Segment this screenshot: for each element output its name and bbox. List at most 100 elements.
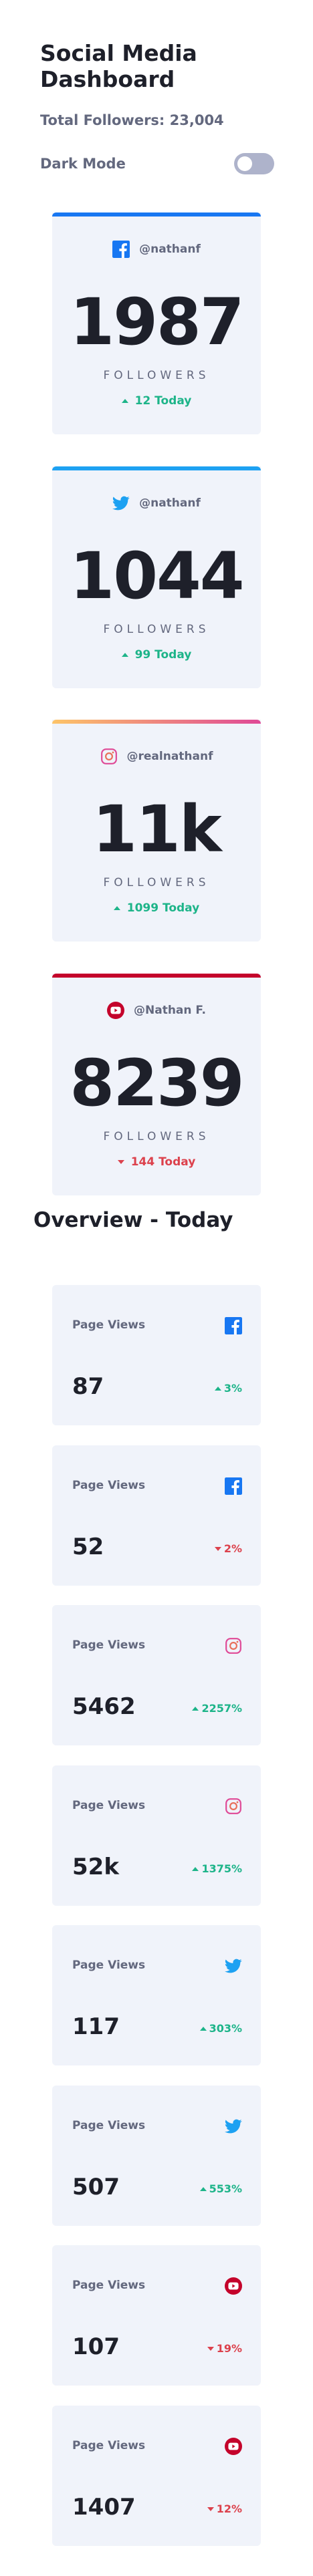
- account-handle-row: @nathanf: [52, 241, 261, 258]
- metric-change-text: 2257%: [201, 1702, 242, 1715]
- metric-label: Page Views: [72, 1959, 146, 1972]
- header: Social Media Dashboard Total Followers: …: [40, 40, 274, 128]
- facebook-icon: [225, 1317, 242, 1334]
- metric-label: Page Views: [72, 1799, 146, 1812]
- followers-label: FOLLOWERS: [103, 1130, 210, 1143]
- arrow-up-icon: [214, 1386, 221, 1391]
- arrow-up-icon: [199, 2026, 207, 2031]
- toggle-knob: [237, 156, 252, 171]
- arrow-up-icon: [192, 1866, 199, 1871]
- facebook-icon: [225, 1477, 242, 1495]
- metric-value: 87: [72, 1373, 104, 1400]
- metric-change-text: 19%: [216, 2342, 242, 2355]
- metric-label: Page Views: [72, 1318, 146, 1332]
- instagram-icon: [225, 1798, 242, 1815]
- account-handle: @realnathanf: [126, 750, 213, 763]
- overview-card[interactable]: Page Views 52k 1375%: [52, 1765, 261, 1906]
- facebook-icon: [112, 241, 130, 258]
- follower-count: 8239: [70, 1046, 244, 1121]
- metric-change-text: 3%: [223, 1382, 242, 1395]
- dark-mode-label: Dark Mode: [40, 156, 126, 172]
- account-handle-row: @Nathan F.: [52, 1002, 261, 1019]
- metric-value: 107: [72, 2333, 120, 2360]
- dark-mode-row: Dark Mode: [40, 152, 274, 176]
- metric-value: 5462: [72, 1693, 136, 1720]
- arrow-up-icon: [199, 2186, 207, 2191]
- metric-change-text: 303%: [209, 2022, 242, 2035]
- metric-value: 52: [72, 1534, 104, 1560]
- metric-change: 3%: [214, 1382, 242, 1395]
- arrow-up-icon: [121, 399, 128, 403]
- twitter-icon: [112, 494, 130, 512]
- follower-count: 1987: [70, 285, 244, 360]
- arrow-down-icon: [214, 1546, 221, 1551]
- arrow-up-icon: [121, 653, 128, 657]
- metric-change-text: 553%: [209, 2182, 242, 2195]
- arrow-down-icon: [117, 1160, 124, 1164]
- metric-change: 2%: [214, 1542, 242, 1555]
- metric-change-text: 1375%: [201, 1862, 242, 1875]
- metric-label: Page Views: [72, 2119, 146, 2132]
- follower-card-facebook[interactable]: @nathanf 1987 FOLLOWERS 12 Today: [52, 212, 261, 434]
- overview-card[interactable]: Page Views 5462 2257%: [52, 1605, 261, 1745]
- twitter-icon: [225, 1957, 242, 1975]
- youtube-icon: [225, 2438, 242, 2455]
- follower-card-instagram[interactable]: @realnathanf 11k FOLLOWERS 1099 Today: [52, 720, 261, 942]
- metric-change-text: 2%: [223, 1542, 242, 1555]
- overview-card[interactable]: Page Views 507 553%: [52, 2086, 261, 2226]
- metric-value: 52k: [72, 1854, 119, 1880]
- metric-change-text: 12%: [216, 2502, 242, 2515]
- today-change: 144 Today: [52, 1155, 261, 1169]
- instagram-icon: [225, 1637, 242, 1655]
- today-change-text: 144 Today: [130, 1155, 196, 1169]
- account-handle: @nathanf: [139, 243, 201, 256]
- arrow-down-icon: [207, 2346, 214, 2351]
- follower-card-youtube[interactable]: @Nathan F. 8239 FOLLOWERS 144 Today: [52, 974, 261, 1195]
- account-handle-row: @nathanf: [52, 494, 261, 512]
- followers-label: FOLLOWERS: [103, 369, 210, 382]
- metric-change: 19%: [207, 2342, 242, 2355]
- card-accent-bar: [52, 466, 261, 470]
- arrow-up-icon: [113, 906, 120, 910]
- today-change: 12 Today: [52, 394, 261, 408]
- followers-label: FOLLOWERS: [103, 623, 210, 636]
- account-handle-row: @realnathanf: [52, 748, 261, 765]
- overview-title: Overview - Today: [33, 1208, 233, 1232]
- total-followers: Total Followers: 23,004: [40, 112, 224, 128]
- arrow-down-icon: [207, 2507, 214, 2511]
- twitter-icon: [225, 2118, 242, 2135]
- today-change-text: 12 Today: [134, 394, 192, 408]
- metric-label: Page Views: [72, 2279, 146, 2292]
- page-title: Social Media Dashboard: [40, 40, 197, 92]
- overview-card[interactable]: Page Views 107 19%: [52, 2245, 261, 2386]
- overview-card[interactable]: Page Views 117 303%: [52, 1925, 261, 2065]
- card-accent-bar: [52, 212, 261, 217]
- account-handle: @Nathan F.: [134, 1004, 206, 1017]
- follower-count: 1044: [70, 539, 244, 613]
- metric-label: Page Views: [72, 1638, 146, 1652]
- metric-value: 117: [72, 2013, 120, 2040]
- card-accent-bar: [52, 720, 261, 724]
- metric-value: 507: [72, 2174, 120, 2200]
- youtube-icon: [107, 1002, 124, 1019]
- today-change-text: 99 Today: [134, 648, 192, 662]
- overview-card[interactable]: Page Views 87 3%: [52, 1285, 261, 1425]
- today-change: 99 Today: [52, 648, 261, 662]
- metric-change: 2257%: [192, 1702, 242, 1715]
- today-change: 1099 Today: [52, 901, 261, 915]
- account-handle: @nathanf: [139, 496, 201, 510]
- followers-label: FOLLOWERS: [103, 876, 210, 889]
- youtube-icon: [225, 2277, 242, 2295]
- metric-label: Page Views: [72, 2439, 146, 2452]
- card-accent-bar: [52, 974, 261, 978]
- dark-mode-toggle[interactable]: [234, 153, 274, 174]
- instagram-icon: [100, 748, 118, 765]
- overview-card[interactable]: Page Views 1407 12%: [52, 2406, 261, 2546]
- overview-card[interactable]: Page Views 52 2%: [52, 1445, 261, 1586]
- follower-count: 11k: [92, 792, 221, 867]
- today-change-text: 1099 Today: [126, 901, 200, 915]
- metric-change: 303%: [199, 2022, 242, 2035]
- follower-card-twitter[interactable]: @nathanf 1044 FOLLOWERS 99 Today: [52, 466, 261, 688]
- metric-change: 1375%: [192, 1862, 242, 1875]
- metric-value: 1407: [72, 2494, 136, 2521]
